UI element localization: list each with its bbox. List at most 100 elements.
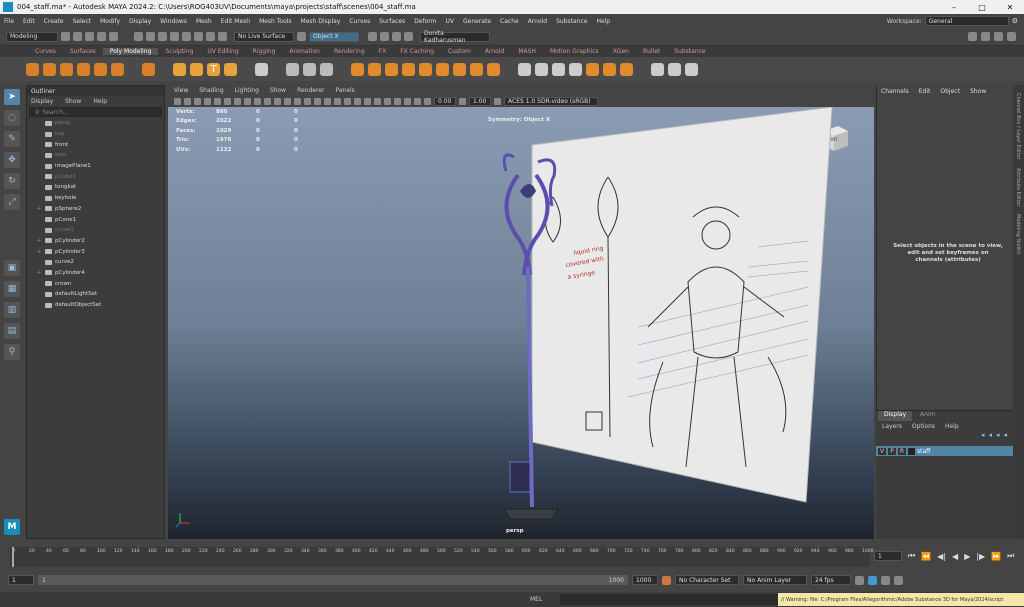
shelf-tab-sculpting[interactable]: Sculpting	[158, 48, 200, 55]
shelf-tab-animation[interactable]: Animation	[282, 48, 327, 55]
grid-icon[interactable]	[214, 97, 221, 105]
character-set-dropdown[interactable]: No Character Set	[675, 575, 739, 585]
shelf-tab-motion-graphics[interactable]: Motion Graphics	[543, 48, 606, 55]
wireframe-icon[interactable]	[274, 97, 281, 105]
animation-prefs-icon[interactable]	[894, 575, 903, 585]
viewport-menu-view[interactable]: View	[174, 87, 188, 94]
menu-display[interactable]: Display	[129, 18, 151, 25]
select-camera-icon[interactable]	[174, 97, 181, 105]
sweep-mesh-icon[interactable]	[190, 62, 203, 76]
new-layer-icon[interactable]: ◂	[981, 431, 985, 441]
motion-blur-icon[interactable]	[364, 97, 371, 105]
outliner-item[interactable]: imagePlane1	[27, 161, 164, 172]
single-perspective-layout-icon[interactable]: ▣	[4, 260, 20, 276]
playhead[interactable]	[12, 547, 14, 567]
time-slider[interactable]: 0204060801001201401601802002202402602803…	[0, 541, 1024, 571]
relax-icon[interactable]	[668, 62, 681, 76]
range-bar[interactable]: 1 1000	[38, 575, 628, 585]
exposure-icon[interactable]	[424, 97, 431, 105]
outliner-layout-icon[interactable]: ▤	[4, 323, 20, 339]
make-live-icon[interactable]	[218, 32, 227, 41]
step-back-frame-icon[interactable]: ◀|	[937, 552, 946, 561]
field-chart-icon[interactable]	[254, 97, 261, 105]
color-management-icon[interactable]	[494, 97, 501, 105]
outliner-menu-help[interactable]: Help	[93, 98, 107, 105]
view-transform-dropdown[interactable]: ACES 1.0 SDR-video (sRGB)	[504, 96, 598, 106]
extrude-icon[interactable]	[453, 62, 466, 76]
shelf-tab-mash[interactable]: MASH	[511, 48, 543, 55]
close-icon[interactable]: ✕	[996, 3, 1024, 12]
shelf-tab-rendering[interactable]: Rendering	[327, 48, 372, 55]
shelf-tab-custom[interactable]: Custom	[441, 48, 478, 55]
shelf-tab-surfaces[interactable]: Surfaces	[63, 48, 103, 55]
redo-icon[interactable]	[109, 32, 118, 41]
menu-create[interactable]: Create	[44, 18, 64, 25]
lock-icon[interactable]: ⚙	[1012, 17, 1018, 25]
expand-icon[interactable]: +	[37, 238, 45, 244]
connect-icon[interactable]	[552, 62, 565, 76]
time-ruler[interactable]: 0204060801001201401601802002202402602803…	[10, 547, 873, 567]
outliner-item[interactable]: front	[27, 139, 164, 150]
anim-layer-dropdown[interactable]: No Anim Layer	[743, 575, 807, 585]
channel-box-menu-channels[interactable]: Channels	[881, 88, 909, 95]
symmetry-dropdown[interactable]: Object X	[309, 31, 359, 42]
side-tab[interactable]: Modeling Toolkit	[1015, 214, 1021, 254]
new-layer-selected-icon[interactable]: ◂	[988, 431, 992, 441]
maximize-icon[interactable]: □	[968, 3, 996, 12]
gamma-icon[interactable]	[459, 97, 466, 105]
super-shape-icon[interactable]	[173, 62, 186, 76]
viewport-menu-shading[interactable]: Shading	[199, 87, 223, 94]
menu-generate[interactable]: Generate	[463, 18, 491, 25]
snap-view-icon[interactable]	[206, 32, 215, 41]
layer-menu-options[interactable]: Options	[912, 423, 935, 430]
select-object-icon[interactable]	[146, 32, 155, 41]
svg-icon[interactable]	[224, 62, 237, 76]
start-frame-field[interactable]: 1	[8, 575, 34, 585]
outliner-item[interactable]: + pCylinder2	[27, 236, 164, 247]
snap-point-icon[interactable]	[194, 32, 203, 41]
mirror-icon[interactable]	[402, 62, 415, 76]
image-plane-icon[interactable]	[204, 97, 211, 105]
loop-icon[interactable]	[855, 575, 864, 585]
bevel-icon[interactable]	[470, 62, 483, 76]
exposure-field[interactable]: 0.00	[434, 96, 456, 106]
channel-box-menu-object[interactable]: Object	[940, 88, 960, 95]
save-scene-icon[interactable]	[85, 32, 94, 41]
layer-display-type-toggle[interactable]: R	[898, 447, 906, 455]
film-gate-icon[interactable]	[224, 97, 231, 105]
step-forward-frame-icon[interactable]: |▶	[976, 552, 985, 561]
sound-icon[interactable]	[868, 575, 877, 585]
menu-deform[interactable]: Deform	[414, 18, 436, 25]
outliner-item[interactable]: tongkat	[27, 182, 164, 193]
outliner-item[interactable]: keyhole	[27, 193, 164, 204]
viewport-menu-show[interactable]: Show	[270, 87, 286, 94]
outliner-item[interactable]: pCube1	[27, 171, 164, 182]
side-tab[interactable]: Channel Box / Layer Editor	[1015, 93, 1021, 160]
channel-box-icon[interactable]	[1007, 32, 1016, 41]
menu-mesh-tools[interactable]: Mesh Tools	[259, 18, 291, 25]
channel-box-menu-show[interactable]: Show	[970, 88, 986, 95]
expand-icon[interactable]: +	[37, 249, 45, 255]
shelf-tab-substance[interactable]: Substance	[667, 48, 712, 55]
select-component-icon[interactable]	[158, 32, 167, 41]
expand-icon[interactable]: +	[37, 270, 45, 276]
sculpt-icon[interactable]	[651, 62, 664, 76]
undo-icon[interactable]	[97, 32, 106, 41]
smooth-shade-icon[interactable]	[284, 97, 291, 105]
layer-menu-help[interactable]: Help	[945, 423, 959, 430]
open-scene-icon[interactable]	[73, 32, 82, 41]
poly-torus-icon[interactable]	[111, 62, 124, 76]
combine-icon[interactable]	[286, 62, 299, 76]
shadows-icon[interactable]	[344, 97, 351, 105]
expand-icon[interactable]: +	[37, 206, 45, 212]
play-forwards-icon[interactable]: ▶	[964, 552, 970, 561]
render-icon[interactable]	[368, 32, 377, 41]
safe-action-icon[interactable]	[264, 97, 271, 105]
outliner-item[interactable]: pCone1	[27, 214, 164, 225]
gate-mask-icon[interactable]	[244, 97, 251, 105]
poly-sphere-icon[interactable]	[26, 62, 39, 76]
target-weld-icon[interactable]	[535, 62, 548, 76]
soft-select-icon[interactable]	[685, 62, 698, 76]
menu-curves[interactable]: Curves	[349, 18, 370, 25]
fps-dropdown[interactable]: 24 fps	[811, 575, 851, 585]
